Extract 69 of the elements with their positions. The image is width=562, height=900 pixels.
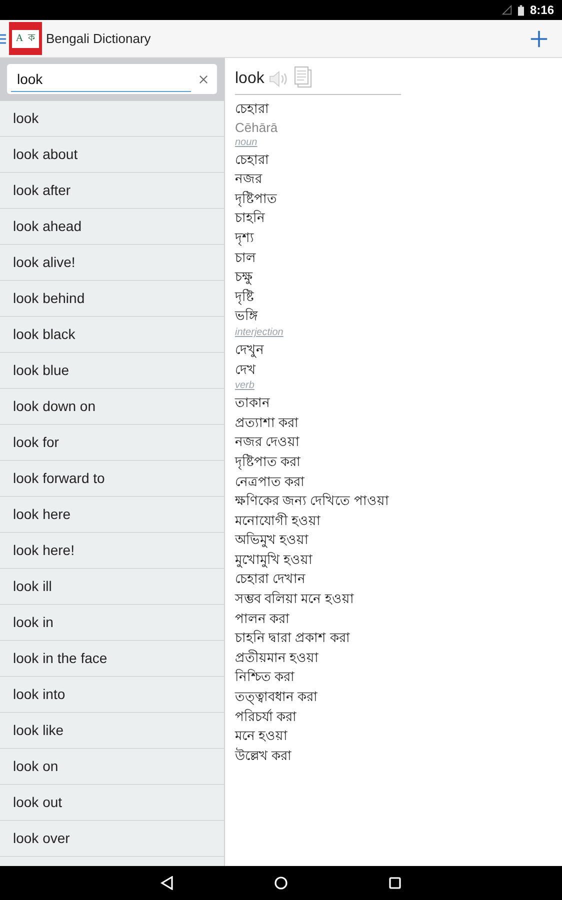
- meaning: চেহারা: [235, 150, 269, 169]
- meaning: মনোযোগী হওয়া: [235, 512, 321, 530]
- word-list-item[interactable]: look like: [0, 713, 224, 749]
- word-list-item[interactable]: look about: [0, 137, 224, 173]
- menu-icon[interactable]: [0, 34, 6, 44]
- part-of-speech: verb: [235, 379, 254, 394]
- word-list-item[interactable]: look over: [0, 821, 224, 857]
- meaning: দেখুন: [235, 340, 264, 360]
- word-list-item[interactable]: look alive!: [0, 245, 224, 281]
- meaning: চাহনি: [235, 209, 265, 228]
- meaning: পরিচর্যা করা: [235, 708, 297, 726]
- meaning: নজর দেওয়া: [235, 433, 300, 452]
- word-list-item[interactable]: look ill: [0, 569, 224, 605]
- word-list-item[interactable]: look out: [0, 785, 224, 821]
- word-list-item[interactable]: look for: [0, 425, 224, 461]
- recents-icon[interactable]: [388, 876, 402, 890]
- word-list-item[interactable]: look here!: [0, 533, 224, 569]
- meaning: প্রতীয়মান হওয়া: [235, 648, 319, 667]
- app-title: Bengali Dictionary: [46, 31, 152, 46]
- headword: look: [235, 70, 264, 88]
- battery-icon: [518, 4, 524, 16]
- clock-time: 8:16: [530, 3, 554, 17]
- part-of-speech: noun: [235, 136, 258, 150]
- meaning: নিশ্চিত করা: [235, 668, 295, 686]
- app-logo: A ক: [9, 22, 42, 55]
- meaning: মনে হওয়া: [235, 727, 288, 746]
- meaning: অভিমুখ হওয়া: [235, 531, 309, 550]
- meaning: নেত্রপাত করা: [235, 472, 305, 490]
- word-list-item[interactable]: look: [0, 101, 224, 137]
- meaning: দৃষ্টিপাত: [235, 190, 277, 208]
- meaning: উল্লেখ করা: [235, 746, 292, 765]
- meaning: দৃশ্য: [235, 228, 254, 248]
- back-icon[interactable]: [160, 876, 174, 890]
- word-list-item[interactable]: look down on: [0, 389, 224, 425]
- clear-icon[interactable]: [199, 74, 208, 84]
- transliteration: Cēhārā: [235, 118, 278, 136]
- part-of-speech: interjection: [235, 326, 284, 340]
- meaning: দৃষ্টিপাত করা: [235, 452, 301, 472]
- word-list-item[interactable]: look in: [0, 605, 224, 641]
- word-list-item[interactable]: look ahead: [0, 209, 224, 245]
- meaning: মুখোমুখি হওয়া: [235, 550, 313, 570]
- meaning: ক্ষণিকের জন্য দেখিতে পাওয়া: [235, 492, 389, 510]
- word-list-item[interactable]: look here: [0, 497, 224, 533]
- word-list-item[interactable]: look forward to: [0, 461, 224, 497]
- meaning: তত্ত্বাবধান করা: [235, 688, 318, 707]
- home-icon[interactable]: [274, 876, 288, 890]
- meaning: প্রত্যাশা করা: [235, 414, 299, 432]
- meaning: দেখ: [235, 360, 256, 379]
- word-list-item[interactable]: look behind: [0, 281, 224, 317]
- word-list-item[interactable]: look in the face: [0, 641, 224, 677]
- meaning: চেহারা দেখান: [235, 570, 306, 588]
- add-icon[interactable]: [530, 30, 548, 48]
- meaning: চাহনি দ্বারা প্রকাশ করা: [235, 629, 350, 648]
- meaning: তাকান: [235, 394, 270, 412]
- word-list-item[interactable]: look into: [0, 677, 224, 713]
- word-list-item[interactable]: look after: [0, 173, 224, 209]
- word-list-item[interactable]: look blue: [0, 353, 224, 389]
- meaning: পালন করা: [235, 610, 290, 628]
- meaning: ভঙ্গি: [235, 307, 258, 326]
- search-field[interactable]: look: [7, 64, 217, 94]
- meaning: নজর: [235, 170, 262, 188]
- meaning: চক্ষু: [235, 268, 253, 287]
- translation: চেহারা: [235, 100, 269, 118]
- meaning: চাল: [235, 248, 256, 267]
- word-list-item[interactable]: look on: [0, 749, 224, 785]
- meaning: সম্ভব বলিয়া মনে হওয়া: [235, 590, 354, 608]
- meaning: দৃষ্টি: [235, 288, 254, 306]
- word-list-item[interactable]: look black: [0, 317, 224, 353]
- signal-icon: [502, 5, 512, 15]
